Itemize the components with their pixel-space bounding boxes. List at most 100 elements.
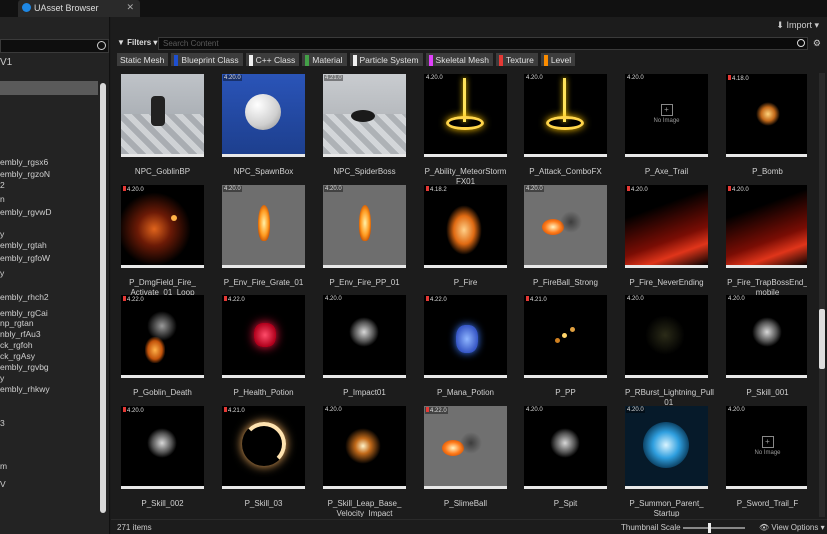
- asset-thumbnail: 4.22.0: [121, 295, 204, 375]
- sidebar-item[interactable]: ck_rgfoh: [0, 340, 33, 350]
- asset-grid-scrollbar[interactable]: [819, 73, 825, 517]
- window-tab[interactable]: UAsset Browser ✕: [18, 0, 140, 17]
- filter-chip[interactable]: Static Mesh: [117, 53, 169, 66]
- asset-thumbnail: 4.20.0: [524, 74, 607, 154]
- sidebar-item[interactable]: np_rgtan: [0, 318, 34, 328]
- filter-chip-label: Blueprint Class: [181, 55, 239, 65]
- sidebar-item[interactable]: embly_rgvbg: [0, 362, 49, 372]
- asset-tile[interactable]: 4.20.0 P_DmgField_Fire_ Activate_01_Loop: [121, 185, 204, 298]
- asset-tile[interactable]: 4.20.0 P_Env_Fire_PP_01: [323, 185, 406, 288]
- asset-tile[interactable]: 4.22.0 P_Health_Potion: [222, 295, 305, 398]
- asset-thumbnail: 4.20.0: [625, 406, 708, 486]
- sidebar-scrollbar-thumb[interactable]: [100, 83, 106, 513]
- asset-tile[interactable]: + No Image 4.20.0 P_Axe_Trail: [625, 74, 708, 177]
- sidebar-item[interactable]: embly_rgtah: [0, 240, 47, 250]
- asset-tile[interactable]: 4.22.0 P_Mana_Potion: [424, 295, 507, 398]
- sidebar-item[interactable]: n: [0, 194, 5, 204]
- asset-tile[interactable]: 4.18.2 P_Fire: [424, 185, 507, 288]
- filters-button[interactable]: ▼ Filters ▾: [117, 38, 157, 47]
- sidebar-item[interactable]: embly_rgCai: [0, 308, 48, 318]
- asset-tile[interactable]: 4.20.0 P_Fire_NeverEnding: [625, 185, 708, 288]
- asset-tile[interactable]: + No Image 4.20.0 P_Sword_Trail_F: [726, 406, 807, 509]
- engine-version-badge: 4.20.0: [525, 407, 544, 413]
- filter-chip[interactable]: Particle System: [349, 53, 423, 66]
- engine-version-badge: 4.18.2: [425, 186, 448, 193]
- sidebar-item[interactable]: y: [0, 373, 4, 383]
- title-bar: UAsset Browser ✕: [0, 0, 827, 17]
- search-icon[interactable]: [797, 39, 805, 47]
- engine-version-badge: 4.20.0: [626, 296, 645, 302]
- asset-tile[interactable]: 4.18.0 P_Bomb: [726, 74, 807, 177]
- sidebar-search-input[interactable]: [0, 39, 109, 53]
- engine-version-badge: 4.20.0: [122, 407, 145, 414]
- asset-tile[interactable]: 4.20.0 P_Skill_001: [726, 295, 807, 398]
- sidebar-item[interactable]: embly_rhch2: [0, 292, 49, 302]
- sidebar-item[interactable]: 2: [0, 180, 5, 190]
- sidebar-item[interactable]: nbly_rfAu3: [0, 329, 41, 339]
- filter-chip[interactable]: Blueprint Class: [171, 53, 243, 66]
- asset-type-bar: [625, 486, 708, 489]
- asset-tile[interactable]: 4.20.0 P_Skill_002: [121, 406, 204, 509]
- sidebar-item[interactable]: embly_rgsx6: [0, 157, 48, 167]
- engine-version-badge: 4.20.0: [324, 296, 343, 302]
- filter-bar: ▼ Filters ▾ Search Content ⚙: [111, 37, 827, 51]
- close-icon[interactable]: ✕: [126, 2, 134, 13]
- asset-type-bar: [424, 265, 507, 268]
- asset-tile[interactable]: 4.21.0 P_PP: [524, 295, 607, 398]
- filter-chip[interactable]: Skeletal Mesh: [425, 53, 493, 66]
- filter-chip[interactable]: Texture: [495, 53, 538, 66]
- asset-tile[interactable]: 4.20.0 P_Summon_Parent_ Startup: [625, 406, 708, 517]
- asset-tile[interactable]: 4.20.0 P_RBurst_Lightning_Pull _01: [625, 295, 714, 408]
- asset-type-bar: [424, 486, 507, 489]
- asset-tile[interactable]: 4.20.0 P_Env_Fire_Grate_01: [222, 185, 305, 288]
- asset-tile[interactable]: 4.22.0 P_Goblin_Death: [121, 295, 204, 398]
- filter-chip[interactable]: Level: [540, 53, 576, 66]
- no-image-icon: +: [761, 436, 774, 448]
- import-label: Import: [786, 20, 812, 30]
- no-image-placeholder: + No Image: [726, 436, 807, 456]
- sidebar-scrollbar[interactable]: [100, 83, 106, 513]
- filter-chip-label: Material: [312, 55, 343, 65]
- asset-grid-scrollbar-thumb[interactable]: [819, 309, 825, 369]
- engine-version-badge: 4.20.0: [727, 296, 746, 302]
- thumbnail-scale-slider[interactable]: [683, 523, 745, 533]
- asset-type-bar: [222, 154, 305, 157]
- sidebar-item[interactable]: embly_rhkwy: [0, 384, 50, 394]
- chip-color-swatch: [174, 54, 179, 66]
- view-options-button[interactable]: 👁 View Options ▾: [759, 523, 825, 532]
- filter-chip[interactable]: Material: [302, 53, 347, 66]
- chip-color-swatch: [428, 54, 433, 66]
- asset-tile[interactable]: 4.20.0 P_Impact01: [323, 295, 406, 398]
- asset-tile[interactable]: 4.21.0 P_Skill_03: [222, 406, 305, 509]
- asset-thumbnail: 4.20.0: [323, 406, 406, 486]
- sidebar-item[interactable]: ck_rgAsy: [0, 351, 35, 361]
- search-placeholder: Search Content: [163, 39, 219, 48]
- sidebar-item[interactable]: y: [0, 268, 4, 278]
- sidebar-item[interactable]: y: [0, 229, 4, 239]
- sidebar-item[interactable]: embly_rgvwD: [0, 207, 52, 217]
- sidebar-item[interactable]: embly_rgfoW: [0, 253, 50, 263]
- filter-chip[interactable]: C++ Class: [245, 53, 300, 66]
- slider-knob[interactable]: [708, 523, 711, 533]
- asset-tile[interactable]: 4.20.0 P_Attack_ComboFX: [524, 74, 607, 177]
- asset-tile[interactable]: 4.22.0 P_SlimeBall: [424, 406, 507, 509]
- asset-tile[interactable]: 4.20.0 P_Ability_MeteorStorm FX01: [424, 74, 507, 187]
- sidebar-item[interactable]: 3: [0, 418, 5, 428]
- asset-tile[interactable]: 4.20.0 P_Fire_TrapBossEnd_ mobile: [726, 185, 807, 298]
- asset-type-bar: [222, 375, 305, 378]
- asset-tile[interactable]: 4.20.0 P_Skill_Leap_Base_ Velocity_Impact: [323, 406, 406, 517]
- path-settings-icon[interactable]: ⚙: [813, 38, 821, 49]
- asset-thumbnail: 4.18.0: [726, 74, 807, 154]
- import-button[interactable]: ⬇ Import ▾: [776, 20, 819, 31]
- search-icon[interactable]: [97, 41, 106, 50]
- sidebar-selected-item[interactable]: [0, 81, 98, 95]
- asset-tile[interactable]: 4.20.0 P_FireBall_Strong: [524, 185, 607, 288]
- sidebar-item[interactable]: embly_rgzoN: [0, 169, 50, 179]
- asset-tile[interactable]: 4.21.0 NPC_SpiderBoss: [323, 74, 406, 177]
- sidebar-item[interactable]: V: [0, 479, 6, 489]
- asset-tile[interactable]: 4.20.0 P_Spit: [524, 406, 607, 509]
- asset-tile[interactable]: 4.20.0 NPC_SpawnBox: [222, 74, 305, 177]
- search-input[interactable]: Search Content: [158, 37, 808, 50]
- sidebar-item[interactable]: m: [0, 461, 7, 471]
- asset-tile[interactable]: NPC_GoblinBP: [121, 74, 204, 177]
